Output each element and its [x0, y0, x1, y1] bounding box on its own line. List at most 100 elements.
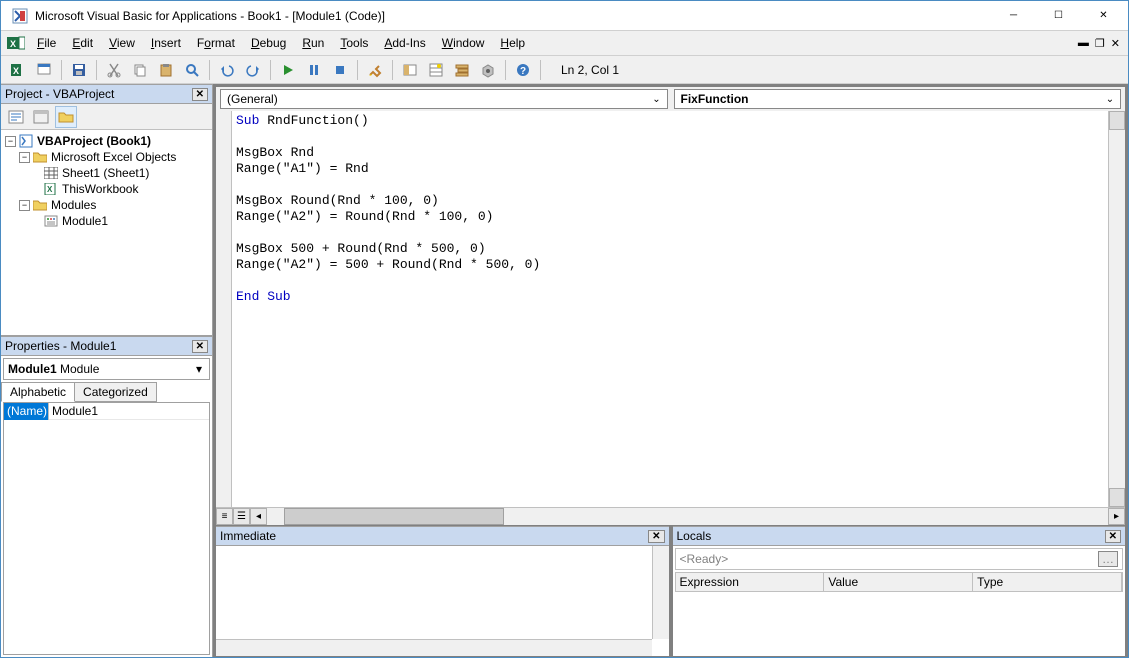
folder-icon [32, 150, 48, 164]
menu-addins[interactable]: Add-Ins [376, 33, 433, 53]
excel-icon[interactable]: X [7, 35, 25, 51]
worksheet-icon [43, 166, 59, 180]
menu-format[interactable]: Format [189, 33, 243, 53]
view-excel-button[interactable]: X [7, 59, 29, 81]
folder-toggle-btn[interactable] [55, 106, 77, 128]
full-view-btn[interactable]: ☰ [233, 508, 250, 525]
reset-button[interactable] [329, 59, 351, 81]
tree-modules[interactable]: − Modules [3, 197, 210, 213]
cursor-position: Ln 2, Col 1 [553, 61, 733, 79]
immediate-vscroll[interactable] [652, 546, 669, 639]
break-button[interactable] [303, 59, 325, 81]
tab-categorized[interactable]: Categorized [74, 382, 157, 402]
toolbox-button[interactable] [477, 59, 499, 81]
run-button[interactable] [277, 59, 299, 81]
mdi-restore[interactable]: ❐ [1095, 37, 1105, 50]
menu-run[interactable]: Run [294, 33, 332, 53]
col-value[interactable]: Value [824, 573, 973, 591]
locals-body: <Ready> … Expression Value Type [673, 546, 1126, 656]
copy-button[interactable] [129, 59, 151, 81]
immediate-close[interactable]: ✕ [648, 530, 664, 543]
scroll-right-btn[interactable]: ▸ [1108, 508, 1125, 525]
scroll-left-btn[interactable]: ◂ [250, 508, 267, 525]
view-code-btn[interactable] [5, 106, 27, 128]
menu-edit[interactable]: Edit [64, 33, 101, 53]
horizontal-scrollbar[interactable]: ≡ ☰ ◂ ▸ [216, 507, 1125, 524]
redo-button[interactable] [242, 59, 264, 81]
properties-title: Properties - Module1 [5, 339, 116, 353]
minimize-button[interactable]: ─ [991, 2, 1036, 30]
svg-text:X: X [47, 185, 53, 194]
paste-button[interactable] [155, 59, 177, 81]
project-panel-close[interactable]: ✕ [192, 88, 208, 101]
design-mode-button[interactable] [364, 59, 386, 81]
locals-ellipsis-btn[interactable]: … [1098, 551, 1118, 567]
menu-tools[interactable]: Tools [332, 33, 376, 53]
procedure-dropdown[interactable]: FixFunction ⌄ [674, 89, 1122, 109]
left-panels: Project - VBAProject ✕ − VBAProject (Boo… [1, 84, 213, 657]
vertical-scrollbar[interactable] [1108, 111, 1125, 507]
workbook-icon: X [43, 182, 59, 196]
immediate-hscroll[interactable] [216, 639, 652, 656]
find-button[interactable] [181, 59, 203, 81]
scope-dropdown[interactable]: (General) ⌄ [220, 89, 668, 109]
tree-sheet1[interactable]: Sheet1 (Sheet1) [3, 165, 210, 181]
locals-header: Locals ✕ [673, 526, 1126, 546]
project-panel-header: Project - VBAProject ✕ [1, 84, 212, 104]
col-type[interactable]: Type [973, 573, 1122, 591]
titlebar: Microsoft Visual Basic for Applications … [1, 1, 1128, 31]
locals-close[interactable]: ✕ [1105, 530, 1121, 543]
locals-pane: Locals ✕ <Ready> … Expression Value Type [672, 525, 1127, 657]
menubar: X File Edit View Insert Format Debug Run… [1, 31, 1128, 56]
properties-button[interactable] [425, 59, 447, 81]
tree-module1[interactable]: Module1 [3, 213, 210, 229]
code-body: Sub RndFunction() MsgBox Rnd Range("A1")… [216, 111, 1125, 507]
chevron-down-icon: ⌄ [1102, 94, 1118, 105]
svg-text:X: X [13, 66, 19, 76]
menu-debug[interactable]: Debug [243, 33, 294, 53]
properties-panel: Properties - Module1 ✕ Module1 Module ▾ … [1, 335, 212, 657]
menu-help[interactable]: Help [492, 33, 533, 53]
save-button[interactable] [68, 59, 90, 81]
code-dropdowns: (General) ⌄ FixFunction ⌄ [216, 87, 1125, 111]
menu-window[interactable]: Window [434, 33, 493, 53]
object-browser-button[interactable] [451, 59, 473, 81]
mdi-minimize[interactable]: ▬ [1078, 37, 1089, 50]
tree-thisworkbook[interactable]: X ThisWorkbook [3, 181, 210, 197]
close-button[interactable]: ✕ [1081, 2, 1126, 30]
immediate-body[interactable] [216, 546, 669, 656]
svg-text:X: X [10, 39, 16, 49]
view-object-btn[interactable] [30, 106, 52, 128]
properties-close[interactable]: ✕ [192, 340, 208, 353]
properties-grid[interactable]: (Name) Module1 [3, 402, 210, 655]
tree-root[interactable]: − VBAProject (Book1) [3, 133, 210, 149]
col-expression[interactable]: Expression [676, 573, 825, 591]
project-toolbar [1, 104, 212, 130]
menu-file[interactable]: File [29, 33, 64, 53]
menu-insert[interactable]: Insert [143, 33, 189, 53]
code-window: (General) ⌄ FixFunction ⌄ Sub RndFunctio… [215, 86, 1126, 525]
code-margin[interactable] [216, 111, 232, 507]
properties-object-dd[interactable]: Module1 Module ▾ [3, 358, 210, 380]
tab-alphabetic[interactable]: Alphabetic [1, 382, 75, 402]
project-tree[interactable]: − VBAProject (Book1) − Microsoft Excel O… [1, 130, 212, 335]
project-exp-button[interactable] [399, 59, 421, 81]
project-panel-title: Project - VBAProject [5, 87, 114, 101]
mdi-close[interactable]: ✕ [1111, 37, 1120, 50]
undo-button[interactable] [216, 59, 238, 81]
immediate-pane: Immediate ✕ [215, 525, 670, 657]
prop-row-name[interactable]: (Name) Module1 [4, 403, 209, 420]
insert-userform-button[interactable] [33, 59, 55, 81]
code-editor[interactable]: Sub RndFunction() MsgBox Rnd Range("A1")… [232, 111, 1108, 507]
help-button[interactable]: ? [512, 59, 534, 81]
menu-view[interactable]: View [101, 33, 143, 53]
tree-excel-objects[interactable]: − Microsoft Excel Objects [3, 149, 210, 165]
cut-button[interactable] [103, 59, 125, 81]
proc-view-btn[interactable]: ≡ [216, 508, 233, 525]
workspace: Project - VBAProject ✕ − VBAProject (Boo… [1, 84, 1128, 657]
locals-ready-row: <Ready> … [675, 548, 1124, 570]
scroll-thumb[interactable] [284, 508, 504, 525]
vba-project-icon [18, 134, 34, 148]
maximize-button[interactable]: ☐ [1036, 2, 1081, 30]
locals-columns: Expression Value Type [675, 572, 1124, 592]
